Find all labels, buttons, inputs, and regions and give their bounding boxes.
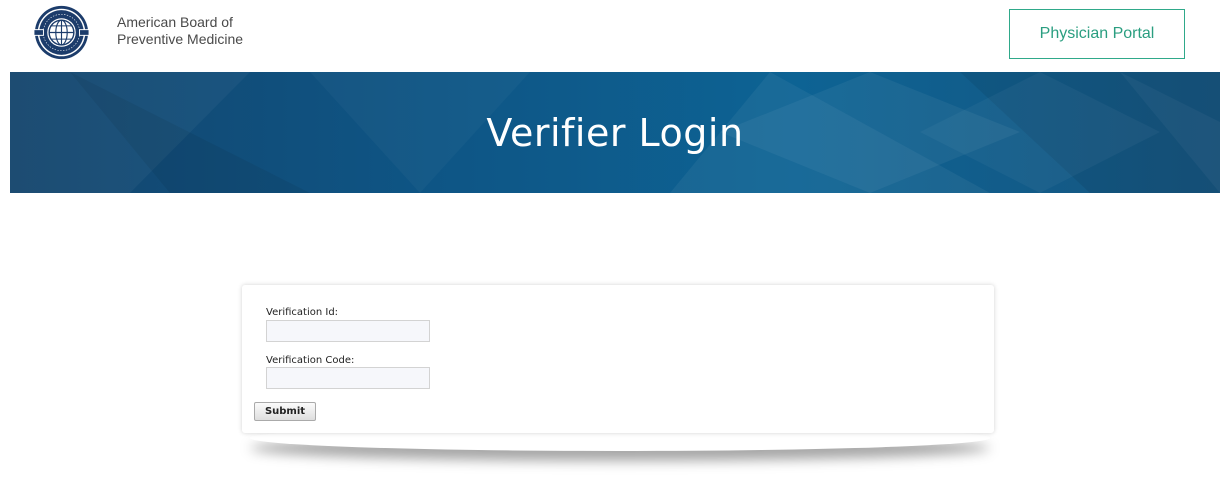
verifier-login-form: Verification Id: Verification Code: Subm… <box>242 285 994 433</box>
verification-id-label: Verification Id: <box>266 307 339 318</box>
verification-code-label: Verification Code: <box>266 355 355 366</box>
verification-id-input[interactable] <box>266 320 430 342</box>
site-header: American Board of Preventive Medicine Ph… <box>0 0 1220 72</box>
org-name-line1: American Board of <box>117 14 233 30</box>
page-banner: Verifier Login <box>10 72 1220 193</box>
org-name-line2: Preventive Medicine <box>117 31 244 47</box>
physician-portal-button[interactable]: Physician Portal <box>1009 9 1185 59</box>
submit-button[interactable]: Submit <box>254 402 316 421</box>
organization-name: American Board of Preventive Medicine <box>117 14 243 48</box>
verification-code-input[interactable] <box>266 367 430 389</box>
page-title: Verifier Login <box>486 110 744 155</box>
abpm-seal-logo[interactable] <box>33 4 90 61</box>
